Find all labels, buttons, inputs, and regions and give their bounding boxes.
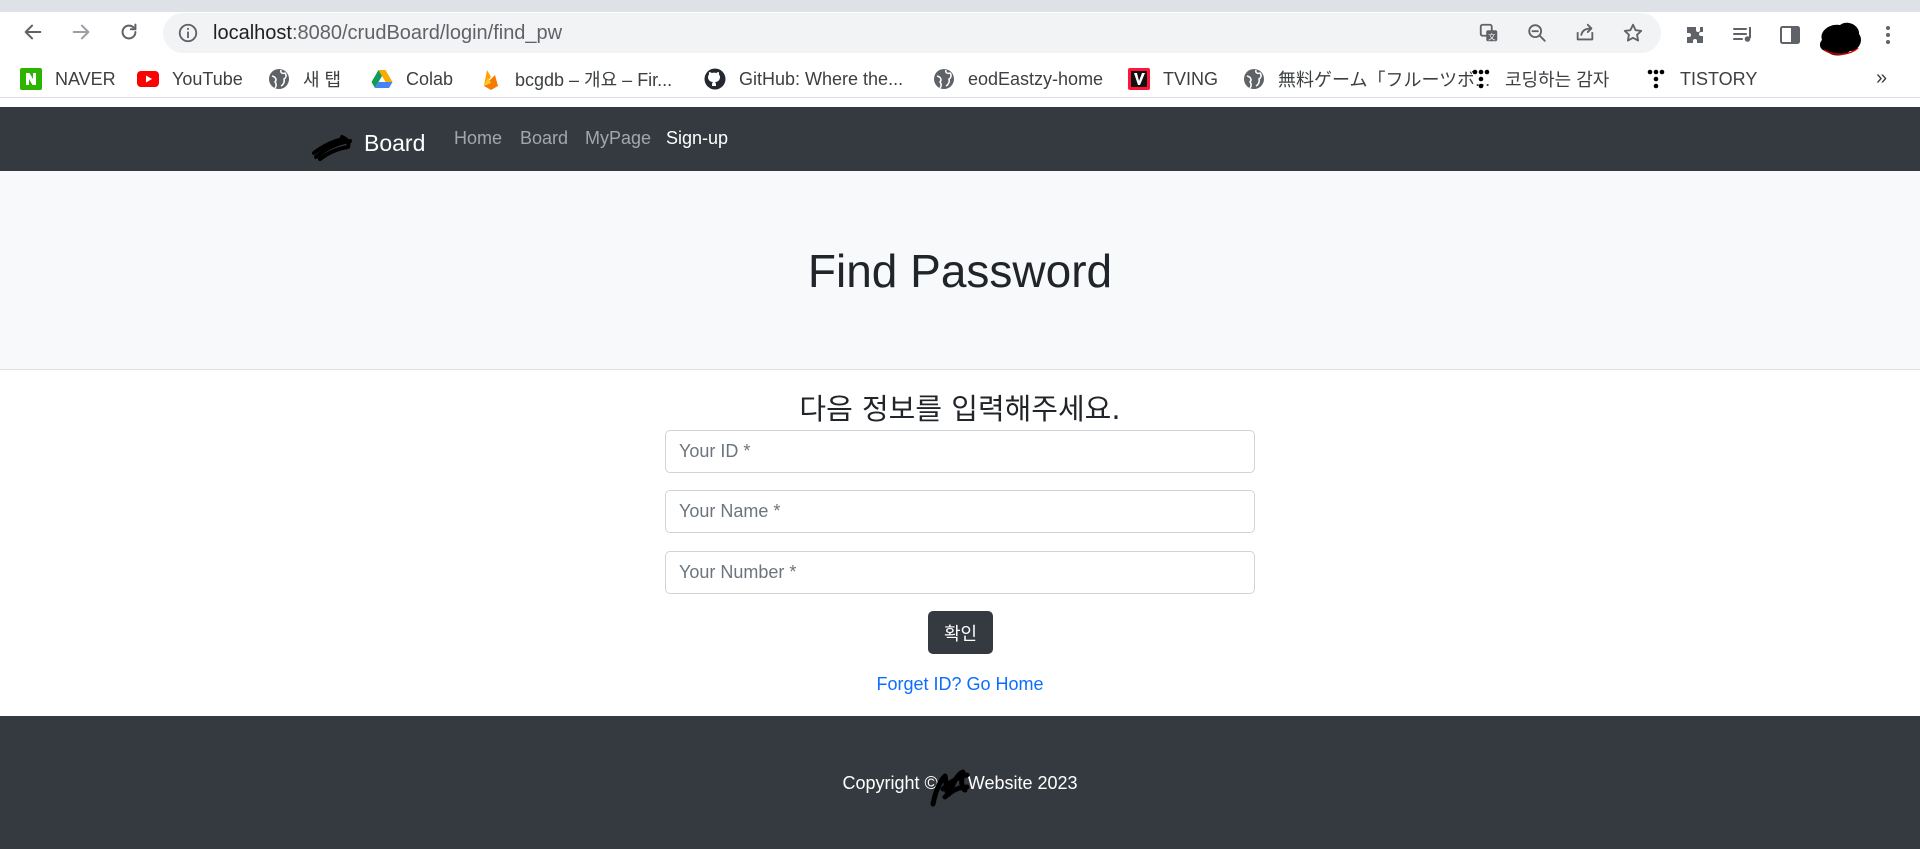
bookmark-eodeastzy[interactable]: eodEastzy-home [933, 67, 1103, 91]
bookmark-colab[interactable]: Colab [371, 67, 453, 91]
bookmark-tistory[interactable]: TISTORY [1645, 67, 1757, 91]
url-text[interactable]: localhost:8080/crudBoard/login/find_pw [213, 22, 562, 45]
url-host: localhost [213, 22, 292, 44]
share-button[interactable] [1573, 21, 1597, 45]
brand-title: Board [364, 129, 426, 156]
forget-id-home-link[interactable]: Forget ID? Go Home [0, 674, 1920, 695]
page-title: Find Password [807, 245, 1113, 297]
side-panel-button[interactable] [1777, 22, 1803, 48]
bookmark-label: NAVER [55, 68, 116, 89]
google-drive-icon [371, 68, 393, 90]
firebase-icon [480, 68, 502, 90]
bookmark-label: Colab [406, 68, 454, 89]
bookmark-label: 無料ゲーム「フルーツボ... [1278, 70, 1491, 90]
translate-button[interactable]: 文 [1477, 21, 1501, 45]
name-input[interactable] [665, 490, 1255, 533]
tab-strip [0, 0, 1920, 12]
bookmark-naver[interactable]: NAVER [20, 67, 116, 91]
url-path: :8080/crudBoard/login/find_pw [291, 22, 563, 44]
share-icon [1576, 23, 1594, 41]
nav-signup[interactable]: Sign-up [666, 128, 728, 149]
reload-icon [121, 23, 137, 40]
id-input[interactable] [665, 430, 1255, 473]
bookmark-new-tab[interactable]: 새 탭 [268, 67, 341, 91]
media-queue-icon [1733, 27, 1751, 42]
form-heading: 다음 정보를 입력해주세요. [799, 392, 1121, 426]
profile-avatar[interactable] [1816, 20, 1864, 58]
nav-home[interactable]: Home [454, 128, 502, 149]
redacted-name-scribble [930, 769, 970, 807]
tving-icon [1128, 68, 1150, 90]
bookmark-label: 코딩하는 감자 [1505, 70, 1610, 90]
bookmark-tving[interactable]: TVING [1128, 67, 1218, 91]
browser-menu-button[interactable] [1875, 22, 1901, 48]
arrow-right-icon [72, 24, 90, 40]
globe-icon [1243, 68, 1265, 90]
address-bar[interactable]: localhost:8080/crudBoard/login/find_pw 文 [163, 13, 1661, 53]
redacted-logo-scribble [312, 135, 352, 161]
zoom-button[interactable] [1525, 21, 1549, 45]
bookmark-label: YouTube [172, 68, 243, 89]
globe-icon [933, 68, 955, 90]
nav-board[interactable]: Board [520, 128, 568, 149]
site-footer: Copyright © Website 2023 [0, 716, 1920, 849]
svg-text:文: 文 [1488, 32, 1496, 41]
side-panel-icon [1780, 26, 1800, 44]
bookmark-label: TVING [1163, 68, 1219, 89]
star-icon [1623, 23, 1643, 42]
bookmark-label: eodEastzy-home [968, 68, 1104, 89]
bookmarks-bar: NAVER YouTube 새 탭 Colab bcgdb – 개요 – Fir… [0, 60, 1920, 98]
naver-icon [20, 68, 42, 90]
page-header: Find Password [0, 171, 1920, 370]
bookmark-github[interactable]: GitHub: Where the... [704, 67, 903, 91]
menu-kebab-icon [1886, 26, 1890, 44]
forward-button[interactable] [67, 18, 95, 46]
bookmark-label: TISTORY [1680, 68, 1758, 89]
reload-button[interactable] [115, 18, 143, 46]
bookmark-youtube[interactable]: YouTube [137, 67, 243, 91]
back-button[interactable] [19, 18, 47, 46]
bookmark-label: bcgdb – 개요 – Fir... [515, 70, 673, 90]
arrow-left-icon [24, 24, 42, 40]
tistory-icon [1470, 68, 1492, 90]
bookmark-label: GitHub: Where the... [739, 68, 904, 89]
extensions-button[interactable] [1682, 22, 1708, 48]
bookmark-coding-potato[interactable]: 코딩하는 감자 [1470, 67, 1609, 91]
submit-button[interactable]: 확인 [928, 611, 993, 654]
translate-icon: 文 [1479, 23, 1498, 41]
bookmark-star-button[interactable] [1621, 21, 1645, 45]
number-input[interactable] [665, 551, 1255, 594]
site-navbar: Board Home Board MyPage Sign-up [0, 107, 1920, 171]
zoom-out-icon [1528, 24, 1546, 42]
browser-toolbar: localhost:8080/crudBoard/login/find_pw 文 [0, 12, 1920, 56]
tistory-icon [1645, 68, 1667, 90]
media-queue-button[interactable] [1730, 22, 1756, 48]
extensions-icon [1687, 27, 1703, 43]
info-icon[interactable] [177, 22, 199, 44]
github-icon [704, 68, 726, 90]
globe-icon [268, 68, 290, 90]
nav-mypage[interactable]: MyPage [585, 128, 651, 149]
bookmark-label: 새 탭 [303, 70, 342, 90]
more-bookmarks-button[interactable]: » [1876, 67, 1887, 90]
youtube-icon [137, 68, 159, 90]
bookmark-firebase[interactable]: bcgdb – 개요 – Fir... [480, 67, 672, 91]
bookmark-fruit-game[interactable]: 無料ゲーム「フルーツボ... [1243, 67, 1490, 91]
brand-link[interactable]: Board [312, 123, 425, 163]
